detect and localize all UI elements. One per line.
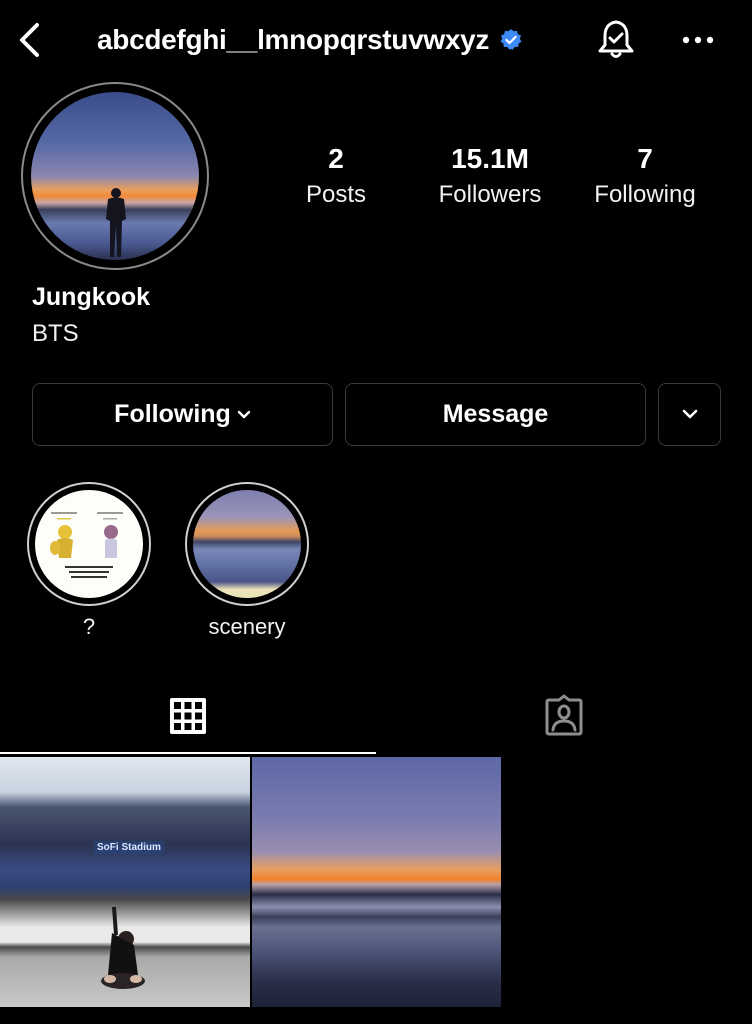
message-button[interactable]: Message (345, 383, 646, 446)
highlight-label: scenery (208, 614, 286, 639)
username-container: abcdefghi__lmnopqrstuvwxyz (97, 20, 523, 60)
stat-followers[interactable]: 15.1M Followers (425, 140, 555, 212)
more-options-button[interactable] (678, 20, 718, 60)
followers-count: 15.1M (451, 143, 529, 174)
post-thumbnail[interactable] (252, 757, 501, 1007)
profile-bio: BTS (32, 320, 79, 347)
post-thumbnail[interactable]: SoFi Stadium (0, 757, 250, 1007)
username: abcdefghi__lmnopqrstuvwxyz (97, 24, 490, 55)
story-highlight[interactable]: scenery (185, 482, 309, 640)
tab-tagged[interactable] (376, 680, 752, 752)
profile-avatar-ring[interactable] (21, 82, 209, 270)
back-button[interactable] (14, 20, 44, 60)
chevron-down-icon (237, 410, 251, 420)
chevron-down-icon (682, 409, 698, 420)
tagged-person-icon (545, 694, 583, 736)
suggested-accounts-button[interactable] (658, 383, 721, 446)
story-highlight[interactable]: ? (27, 482, 151, 640)
highlight-ring (185, 482, 309, 606)
message-button-label: Message (442, 400, 549, 428)
chevron-left-icon (20, 23, 39, 57)
profile-full-name: Jungkook (32, 283, 151, 311)
stat-following[interactable]: 7 Following (580, 140, 710, 212)
stat-posts[interactable]: 2 Posts (296, 140, 376, 212)
highlight-ring (27, 482, 151, 606)
notifications-button[interactable] (594, 18, 638, 62)
followers-label: Followers (438, 181, 542, 208)
active-tab-indicator (0, 752, 376, 754)
profile-header: abcdefghi__lmnopqrstuvwxyz (0, 0, 752, 80)
bell-check-icon (598, 20, 634, 58)
following-count: 7 (637, 143, 653, 174)
highlight-cover (193, 490, 301, 598)
avatar (31, 92, 199, 260)
person-figure (101, 907, 145, 989)
verified-badge-icon (499, 28, 523, 52)
cartoon-characters-image (50, 512, 123, 578)
following-button-label: Following (114, 400, 231, 428)
highlight-cover (35, 490, 143, 598)
person-silhouette (106, 188, 126, 257)
following-button[interactable]: Following (32, 383, 333, 446)
posts-label: Posts (305, 181, 367, 208)
tab-posts-grid[interactable] (0, 680, 376, 752)
posts-count: 2 (328, 143, 344, 174)
highlight-label: ? (82, 614, 96, 639)
post-overlay-text: SoFi Stadium (94, 841, 164, 854)
following-label: Following (594, 181, 696, 208)
more-horizontal-icon (682, 36, 714, 44)
grid-icon (170, 698, 206, 734)
